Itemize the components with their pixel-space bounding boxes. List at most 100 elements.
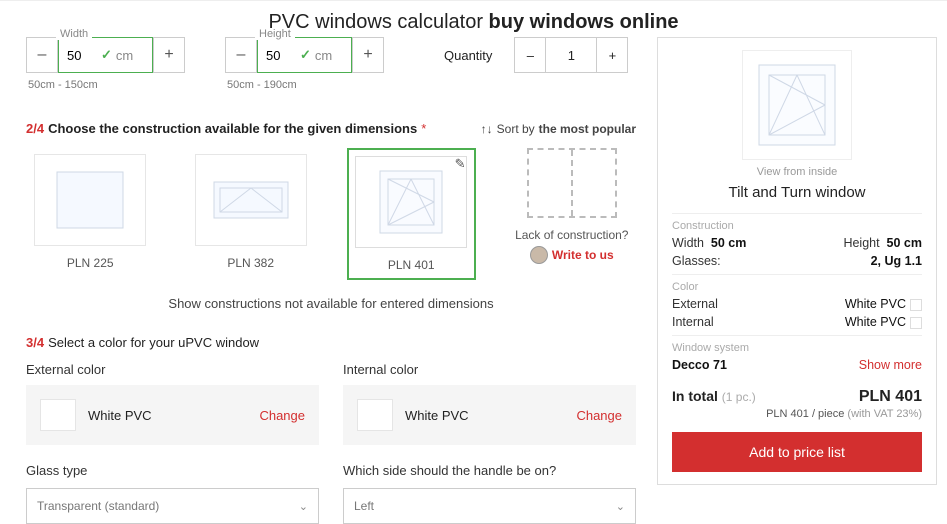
summary-color-section: Color External White PVC Internal White … <box>672 274 922 335</box>
external-value: White PVC <box>845 297 906 311</box>
height-input-wrap[interactable]: ✓ cm <box>257 37 352 73</box>
step3-title: Select a color for your uPVC window <box>48 335 259 350</box>
quantity-block: Quantity – 1 + <box>444 37 628 73</box>
height-increase-button[interactable]: + <box>352 37 384 73</box>
internal-color-name: White PVC <box>405 408 564 423</box>
width-label: Width <box>56 28 92 40</box>
write-to-us-text: Write to us <box>552 248 614 262</box>
handle-side-select[interactable]: Left ⌄ <box>343 488 636 524</box>
external-key: External <box>672 297 718 311</box>
total-key: In total <box>672 388 718 404</box>
step3-num: 3/4 <box>26 335 44 350</box>
construction-option-3-selected[interactable]: ✎ PLN 401 <box>347 148 476 280</box>
add-to-price-list-button[interactable]: Add to price list <box>672 432 922 472</box>
pencil-icon[interactable]: ✎ <box>455 156 466 172</box>
required-star: * <box>421 121 426 136</box>
lack-question: Lack of construction? <box>508 228 636 242</box>
qty-decrease-button[interactable]: – <box>514 37 546 73</box>
glass-type-col: Glass type Transparent (standard) ⌄ <box>26 463 319 524</box>
sort-button[interactable]: ↑↓ Sort by the most popular <box>481 122 636 136</box>
handle-side-col: Which side should the handle be on? Left… <box>343 463 636 524</box>
total-pieces: (1 pc.) <box>722 390 756 404</box>
step2-title: Choose the construction available for th… <box>48 121 417 136</box>
dashed-placeholder-icon <box>527 148 617 218</box>
glasses-key: Glasses: <box>672 254 721 268</box>
check-icon: ✓ <box>101 47 112 63</box>
width-key: Width <box>672 236 704 250</box>
vat-note: (with VAT 23%) <box>844 408 922 420</box>
summary-note: PLN 401 / piece (with VAT 23%) <box>672 408 922 420</box>
height-unit: cm <box>315 48 332 63</box>
color-row: External color White PVC Change Internal… <box>26 362 636 445</box>
write-to-us-link[interactable]: Write to us <box>530 246 614 264</box>
title-b: buy windows online <box>489 11 679 33</box>
show-more-link[interactable]: Show more <box>859 358 922 372</box>
sort-label: Sort by <box>497 122 535 136</box>
height-decrease-button[interactable]: – <box>225 37 257 73</box>
width-input-wrap[interactable]: ✓ cm <box>58 37 153 73</box>
width-value: 50 cm <box>711 236 746 250</box>
dimensions-row: Width – ✓ cm + 50cm - 150cm Height – <box>26 37 636 91</box>
external-color-label: External color <box>26 362 319 377</box>
width-input[interactable] <box>67 48 97 63</box>
external-color-box: White PVC Change <box>26 385 319 445</box>
section-header: Construction <box>672 220 922 232</box>
sort-icon: ↑↓ <box>481 122 493 136</box>
summary-sidebar: View from inside Tilt and Turn window Co… <box>657 37 937 485</box>
summary-title: Tilt and Turn window <box>672 184 922 201</box>
height-label: Height <box>255 28 295 40</box>
external-color-change-link[interactable]: Change <box>259 408 305 423</box>
internal-color-change-link[interactable]: Change <box>576 408 622 423</box>
check-icon: ✓ <box>300 47 311 63</box>
system-value: Decco 71 <box>672 358 727 372</box>
summary-view-label: View from inside <box>672 166 922 178</box>
width-decrease-button[interactable]: – <box>26 37 58 73</box>
avatar-icon <box>530 246 548 264</box>
external-color-name: White PVC <box>88 408 247 423</box>
width-hint: 50cm - 150cm <box>26 79 185 91</box>
internal-value: White PVC <box>845 315 906 329</box>
internal-color-swatch <box>357 399 393 431</box>
width-increase-button[interactable]: + <box>153 37 185 73</box>
summary-system-section: Window system Decco 71 Show more <box>672 335 922 378</box>
internal-color-col: Internal color White PVC Change <box>343 362 636 445</box>
step2-num: 2/4 <box>26 121 44 136</box>
internal-color-box: White PVC Change <box>343 385 636 445</box>
chevron-down-icon: ⌄ <box>616 500 625 513</box>
height-value: 50 cm <box>887 236 922 250</box>
summary-thumb <box>742 50 852 160</box>
section-header: Window system <box>672 342 922 354</box>
step3-header: 3/4 Select a color for your uPVC window <box>26 335 636 350</box>
quantity-label: Quantity <box>444 48 492 63</box>
height-input[interactable] <box>266 48 296 63</box>
construction-thumb <box>355 156 467 248</box>
sort-value: the most popular <box>539 122 636 136</box>
step2-header: 2/4 Choose the construction available for… <box>26 121 636 136</box>
qty-value: 1 <box>546 37 596 73</box>
construction-thumb <box>195 154 307 246</box>
internal-key: Internal <box>672 315 714 329</box>
external-color-col: External color White PVC Change <box>26 362 319 445</box>
section-header: Color <box>672 281 922 293</box>
height-block: Height – ✓ cm + 50cm - 190cm <box>225 37 384 91</box>
construction-thumb <box>34 154 146 246</box>
glass-type-value: Transparent (standard) <box>37 499 159 513</box>
summary-construction-section: Construction Width 50 cm Height 50 cm Gl… <box>672 213 922 274</box>
height-key: Height <box>843 236 879 250</box>
chevron-down-icon: ⌄ <box>299 500 308 513</box>
handle-side-value: Left <box>354 499 374 513</box>
construction-price: PLN 225 <box>26 256 154 270</box>
constructions-list: PLN 225 PLN 382 ✎ PLN 401 Lack of constr… <box>26 148 636 280</box>
construction-option-2[interactable]: PLN 382 <box>186 148 314 270</box>
handle-side-label: Which side should the handle be on? <box>343 463 636 478</box>
height-hint: 50cm - 190cm <box>225 79 384 91</box>
title-a: PVC windows calculator <box>268 11 488 33</box>
summary-total: In total (1 pc.) PLN 401 <box>672 388 922 406</box>
qty-increase-button[interactable]: + <box>596 37 628 73</box>
lack-construction: Lack of construction? Write to us <box>508 148 636 267</box>
glass-type-select[interactable]: Transparent (standard) ⌄ <box>26 488 319 524</box>
price-per-piece: PLN 401 / piece <box>766 408 844 420</box>
construction-option-1[interactable]: PLN 225 <box>26 148 154 270</box>
show-unavailable-link[interactable]: Show constructions not available for ent… <box>26 296 636 311</box>
external-swatch-icon <box>910 299 922 311</box>
